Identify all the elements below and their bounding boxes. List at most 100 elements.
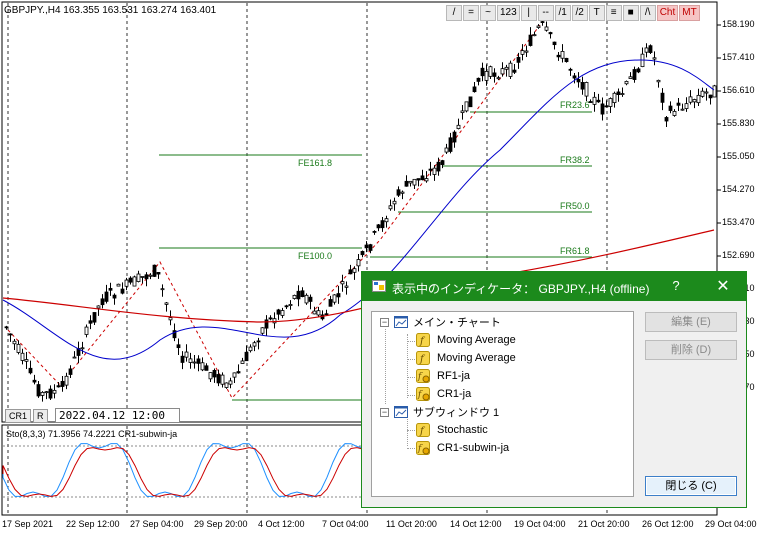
candle-body (388, 205, 393, 210)
candle-body (672, 111, 677, 116)
candle-body (648, 45, 653, 53)
delete-button[interactable]: 削除 (D) (645, 340, 737, 360)
candle-body (184, 351, 189, 358)
candle-body (96, 305, 101, 309)
fe161-label: FE161.8 (298, 158, 333, 168)
candle-body (436, 161, 441, 172)
candle-body (392, 200, 397, 205)
date-display[interactable]: 2022.04.12 12:00 (55, 408, 180, 423)
candle-body (296, 290, 301, 300)
cr1-button[interactable]: CR1 (5, 409, 32, 423)
candle-body (468, 96, 473, 108)
tree-node-subwindow-1[interactable]: − サブウィンドウ 1 (380, 404, 499, 420)
candle-body (476, 77, 481, 82)
text-tool-button[interactable]: T (588, 5, 605, 21)
zigzag-tool-button[interactable]: /\ (639, 5, 656, 21)
candle-body (676, 102, 681, 106)
tree-item-rf1-ja[interactable]: f RF1-ja (416, 368, 470, 384)
candle-body (380, 220, 385, 229)
tree-item-label: CR1-subwin-ja (437, 442, 510, 454)
candle-body (236, 371, 241, 374)
fr500-label: FR50.0 (560, 201, 590, 211)
time-label: 21 Oct 20:00 (578, 519, 630, 529)
candle-body (512, 69, 517, 73)
indicator-tree: − メイン・チャート f Moving Average f Moving Ave… (371, 311, 634, 497)
cht-button[interactable]: Cht (656, 5, 679, 21)
help-button[interactable]: ? (666, 278, 686, 293)
collapse-icon[interactable]: − (380, 407, 389, 417)
candle-body (452, 131, 457, 143)
tree-item-label: RF1-ja (437, 370, 471, 382)
candle-body (608, 98, 613, 107)
rect-tool-button[interactable]: ■ (622, 5, 639, 21)
candle-body (248, 346, 253, 352)
candle-body (284, 305, 289, 308)
candle-body (104, 291, 109, 302)
collapse-icon[interactable]: − (380, 317, 389, 327)
time-label: 7 Oct 04:00 (322, 519, 369, 529)
close-icon[interactable]: ✕ (712, 276, 734, 296)
candle-body (500, 68, 505, 75)
tree-item-label: Moving Average (437, 334, 516, 346)
tree-item-label: Stochastic (437, 424, 488, 436)
candle-body (420, 175, 425, 181)
vline-tool-button[interactable]: | (520, 5, 537, 21)
cr-button-group: CR1 R (5, 409, 48, 423)
candle-body (560, 51, 565, 59)
trendline-tool-button[interactable]: / (446, 5, 462, 21)
candle-body (616, 91, 621, 95)
tree-item-cr1-subwin-ja[interactable]: f CR1-subwin-ja (416, 440, 509, 456)
dialog-titlebar[interactable]: 表示中のインディケータ： GBPJPY.,H4 (offline) ? ✕ (362, 272, 746, 301)
time-label: 27 Sep 04:00 (130, 519, 184, 529)
price-label: 155.050 (722, 151, 755, 161)
line1-tool-button[interactable]: /1 (554, 5, 571, 21)
mt-button[interactable]: MT (679, 5, 700, 21)
tree-item-moving-average-2[interactable]: f Moving Average (416, 350, 516, 366)
candle-body (224, 382, 229, 388)
candle-body (152, 264, 157, 277)
window-icon (394, 406, 408, 418)
tree-item-cr1-ja[interactable]: f CR1-ja (416, 386, 471, 402)
wave-tool-button[interactable]: ~ (480, 5, 496, 21)
hline-tool-button[interactable]: -- (537, 5, 554, 21)
candle-body (576, 79, 581, 83)
time-label: 19 Oct 04:00 (514, 519, 566, 529)
candle-body (108, 288, 113, 291)
tree-node-main-chart[interactable]: − メイン・チャート (380, 314, 501, 330)
candle-body (440, 160, 445, 165)
numbering-tool-button[interactable]: 123 (497, 5, 520, 21)
candle-body (660, 92, 665, 103)
tree-item-stochastic[interactable]: f Stochastic (416, 422, 488, 438)
channel-tool-button[interactable]: = (463, 5, 479, 21)
candle-body (308, 296, 313, 302)
candle-body (404, 180, 409, 187)
tree-item-moving-average-1[interactable]: f Moving Average (416, 332, 516, 348)
time-label: 29 Sep 20:00 (194, 519, 248, 529)
r-button[interactable]: R (33, 409, 48, 423)
candle-body (352, 268, 357, 273)
candle-body (348, 269, 353, 275)
price-label: 153.470 (722, 217, 755, 227)
list-tool-button[interactable]: ≡ (605, 5, 622, 21)
candle-body (12, 340, 17, 345)
candle-body (160, 288, 165, 291)
candle-body (544, 26, 549, 31)
tree-label-main-chart: メイン・チャート (413, 317, 501, 329)
candle-body (316, 310, 321, 316)
fr618-label: FR61.8 (560, 246, 590, 256)
candle-body (532, 34, 537, 37)
candle-body (552, 41, 557, 46)
candle-body (80, 347, 85, 350)
indicators-dialog: 表示中のインディケータ： GBPJPY.,H4 (offline) ? ✕ − … (361, 271, 747, 508)
candle-body (72, 356, 77, 359)
close-button[interactable]: 閉じる (C) (645, 476, 737, 496)
line2-tool-button[interactable]: /2 (571, 5, 588, 21)
price-label: 157.410 (722, 52, 755, 62)
chart-toolbar: / = ~ 123 | -- /1 /2 T ≡ ■ /\ Cht MT (446, 5, 700, 22)
edit-button[interactable]: 編集 (E) (645, 312, 737, 332)
candle-body (564, 57, 569, 63)
candle-body (520, 50, 525, 55)
candle-body (260, 327, 265, 334)
candle-body (280, 310, 285, 316)
candle-body (244, 351, 249, 362)
